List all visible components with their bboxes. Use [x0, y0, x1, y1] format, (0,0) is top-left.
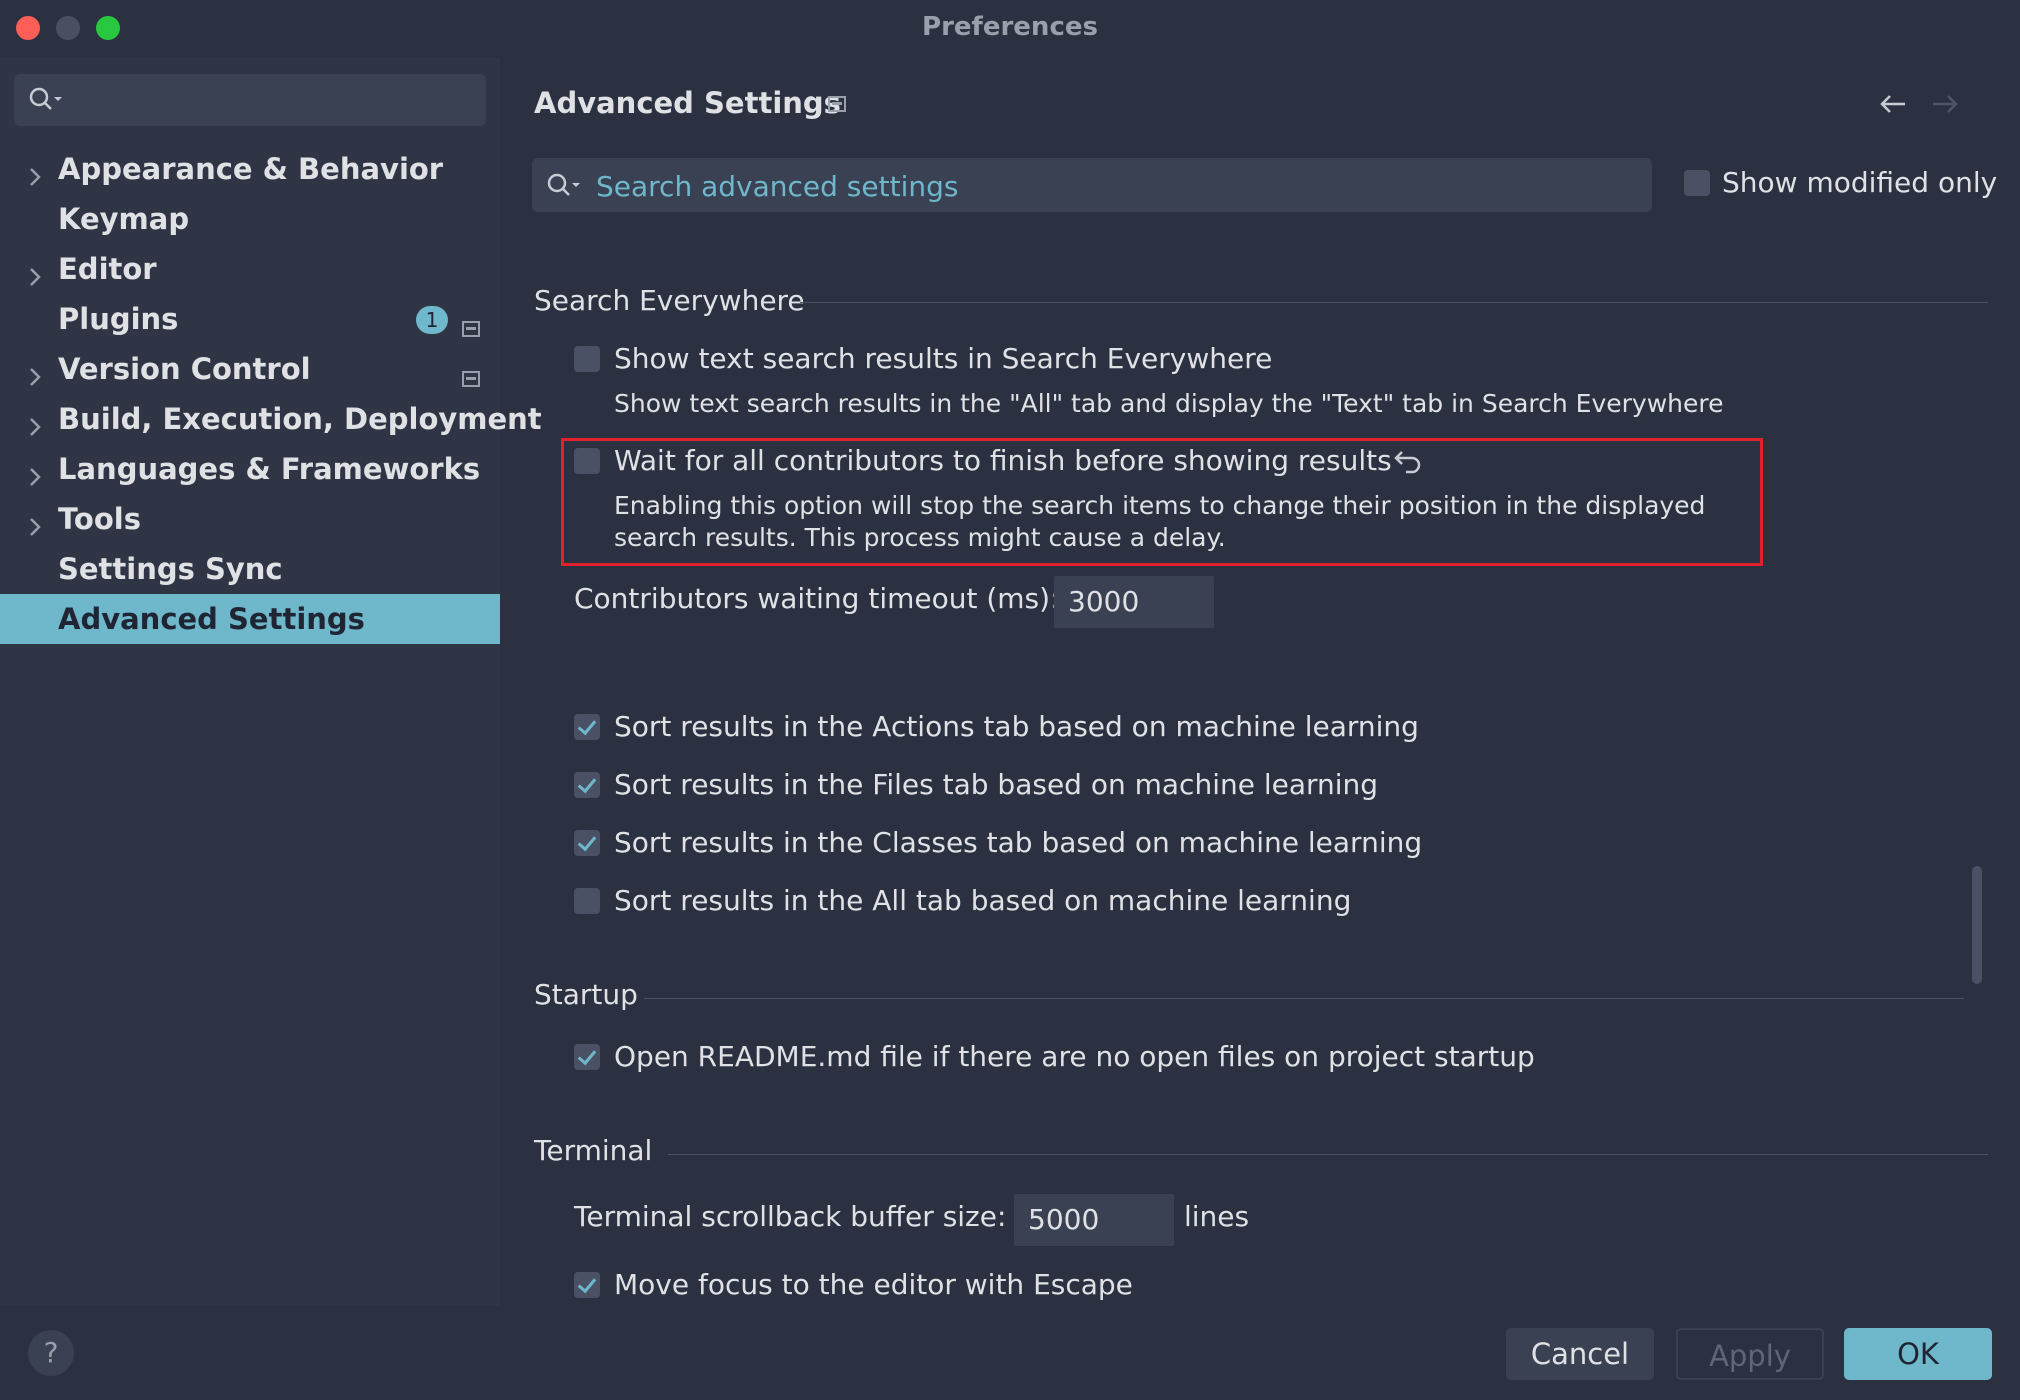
show-modified-only-checkbox[interactable]: [1684, 170, 1710, 196]
search-icon: [546, 172, 582, 204]
settings-content: Advanced Settings Search advanced settin…: [500, 58, 2020, 1306]
reset-to-default-icon[interactable]: [1392, 448, 1424, 480]
wait-for-contributors-description-line2: search results. This process might cause…: [614, 523, 1226, 552]
sidebar-item-label: Languages & Frameworks: [58, 452, 481, 486]
sidebar-item-advanced-settings[interactable]: Advanced Settings: [0, 594, 500, 644]
sidebar-item-label: Tools: [58, 502, 141, 536]
ok-button[interactable]: OK: [1844, 1328, 1992, 1380]
back-arrow-icon[interactable]: [1878, 92, 1908, 120]
sort-actions-ml-label: Sort results in the Actions tab based on…: [614, 710, 1419, 743]
contributors-timeout-label: Contributors waiting timeout (ms):: [574, 582, 1060, 615]
chevron-right-icon: [28, 360, 42, 394]
plugins-update-badge: 1: [416, 306, 448, 334]
chevron-right-icon: [28, 260, 42, 294]
project-level-icon: [462, 360, 480, 394]
section-title-startup: Startup: [534, 978, 638, 1011]
section-title-search-everywhere: Search Everywhere: [534, 284, 805, 317]
open-readme-checkbox[interactable]: [574, 1044, 600, 1070]
sidebar-item-label: Settings Sync: [58, 552, 283, 586]
project-level-icon: [462, 310, 480, 344]
help-button[interactable]: ?: [28, 1330, 74, 1376]
sort-actions-ml-checkbox[interactable]: [574, 714, 600, 740]
sidebar-item-editor[interactable]: Editor: [0, 244, 500, 294]
show-text-search-results-description: Show text search results in the "All" ta…: [614, 389, 1724, 418]
section-title-terminal: Terminal: [534, 1134, 653, 1167]
search-placeholder: Search advanced settings: [596, 170, 959, 203]
section-divider: [800, 302, 1988, 303]
apply-button[interactable]: Apply: [1676, 1328, 1824, 1380]
show-text-search-results-checkbox[interactable]: [574, 346, 600, 372]
sort-files-ml-label: Sort results in the Files tab based on m…: [614, 768, 1379, 801]
sidebar-item-label: Build, Execution, Deployment: [58, 402, 542, 436]
sidebar-item-plugins[interactable]: Plugins 1: [0, 294, 500, 344]
chevron-right-icon: [28, 410, 42, 444]
sidebar-item-settings-sync[interactable]: Settings Sync: [0, 544, 500, 594]
section-divider: [644, 998, 1964, 999]
sidebar-item-label: Advanced Settings: [58, 602, 365, 636]
settings-sidebar: Appearance & Behavior Keymap Editor Plug…: [0, 58, 542, 1306]
project-level-icon: [828, 96, 846, 116]
title-bar: Preferences: [0, 0, 2020, 54]
section-divider: [668, 1154, 1988, 1155]
sidebar-item-label: Appearance & Behavior: [58, 152, 444, 186]
open-readme-label: Open README.md file if there are no open…: [614, 1040, 1535, 1073]
sidebar-item-label: Plugins: [58, 302, 179, 336]
escape-focus-checkbox[interactable]: [574, 1272, 600, 1298]
sidebar-item-label: Keymap: [58, 202, 190, 236]
window-title: Preferences: [922, 12, 1098, 42]
cancel-button[interactable]: Cancel: [1506, 1328, 1654, 1380]
sidebar-item-appearance-behavior[interactable]: Appearance & Behavior: [0, 144, 500, 194]
wait-for-contributors-description-line1: Enabling this option will stop the searc…: [614, 491, 1706, 520]
sidebar-item-build-execution-deployment[interactable]: Build, Execution, Deployment: [0, 394, 542, 444]
sort-all-ml-checkbox[interactable]: [574, 888, 600, 914]
advanced-settings-search-input[interactable]: Search advanced settings: [532, 158, 1652, 212]
wait-for-contributors-label: Wait for all contributors to finish befo…: [614, 444, 1392, 477]
show-text-search-results-label: Show text search results in Search Every…: [614, 342, 1273, 375]
sidebar-item-label: Version Control: [58, 352, 311, 386]
sort-files-ml-checkbox[interactable]: [574, 772, 600, 798]
scrollback-size-label: Terminal scrollback buffer size:: [574, 1200, 1007, 1233]
search-icon: [28, 86, 64, 118]
chevron-right-icon: [28, 460, 42, 494]
content-scrollbar[interactable]: [1972, 866, 1982, 984]
scrollback-unit-label: lines: [1184, 1200, 1250, 1233]
escape-focus-label: Move focus to the editor with Escape: [614, 1268, 1133, 1301]
show-modified-only-label: Show modified only: [1722, 166, 1998, 199]
scrollback-size-input[interactable]: 5000: [1014, 1194, 1174, 1246]
sort-classes-ml-label: Sort results in the Classes tab based on…: [614, 826, 1423, 859]
chevron-right-icon: [28, 160, 42, 194]
sort-classes-ml-checkbox[interactable]: [574, 830, 600, 856]
contributors-timeout-input[interactable]: 3000: [1054, 576, 1214, 628]
chevron-right-icon: [28, 510, 42, 544]
forward-arrow-icon[interactable]: [1930, 92, 1960, 120]
page-title: Advanced Settings: [534, 86, 841, 120]
sidebar-search-input[interactable]: [14, 74, 486, 126]
sort-all-ml-label: Sort results in the All tab based on mac…: [614, 884, 1352, 917]
sidebar-item-label: Editor: [58, 252, 157, 286]
sidebar-item-keymap[interactable]: Keymap: [0, 194, 500, 244]
sidebar-item-tools[interactable]: Tools: [0, 494, 500, 544]
sidebar-item-version-control[interactable]: Version Control: [0, 344, 500, 394]
wait-for-contributors-checkbox[interactable]: [574, 448, 600, 474]
sidebar-item-languages-frameworks[interactable]: Languages & Frameworks: [0, 444, 500, 494]
preferences-window: Preferences Appearance & Behavior Keymap…: [0, 0, 2020, 1400]
